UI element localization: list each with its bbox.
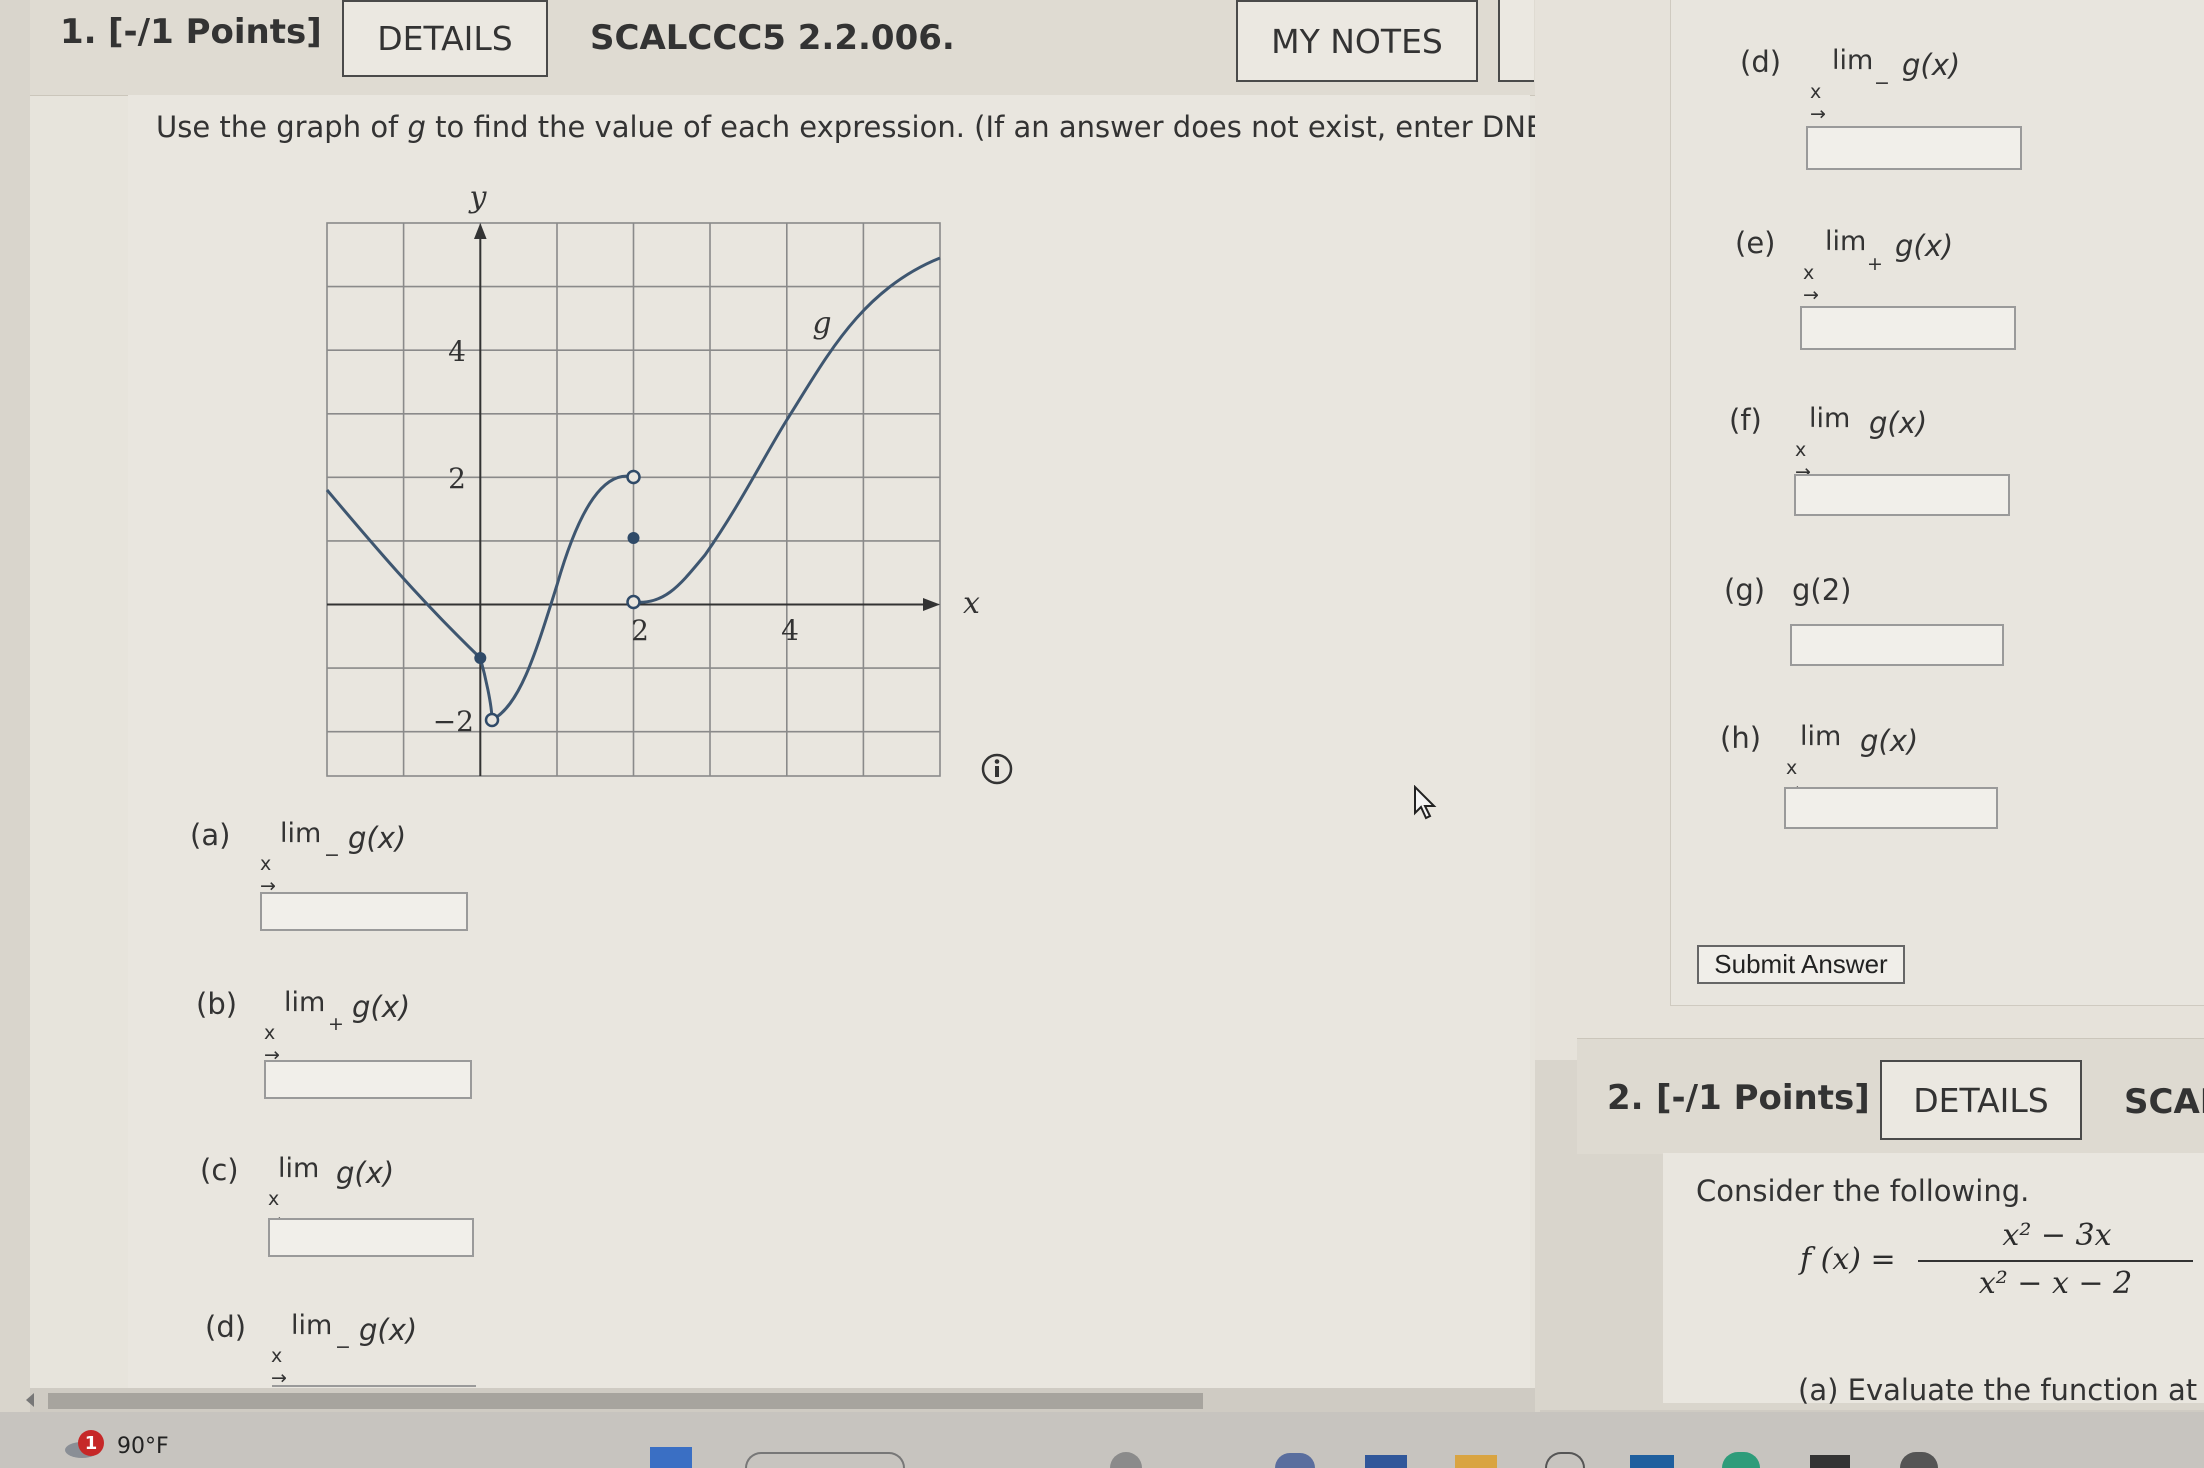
function-expression: g(x)	[348, 821, 407, 855]
lim-word: lim	[1800, 721, 1842, 752]
submit-answer-button[interactable]: Submit Answer	[1697, 945, 1905, 984]
y-tick-label: 2	[448, 462, 466, 495]
mouse-cursor-icon	[1414, 785, 1437, 820]
lim-word: lim	[1825, 226, 1867, 257]
lim-word: lim	[284, 987, 326, 1018]
closed-point	[627, 532, 640, 544]
curve-label: g	[812, 306, 831, 341]
part-label: (d)	[1740, 45, 1782, 79]
y-tick-label: 4	[448, 335, 466, 368]
x-tick-label: 2	[631, 614, 649, 647]
answer-input-g[interactable]	[1790, 624, 2004, 666]
prompt-function-name: g	[407, 110, 426, 144]
part-label: (a)	[190, 818, 231, 852]
lim-superscript: −	[1874, 72, 1890, 94]
answer-input-c[interactable]	[268, 1218, 474, 1257]
y-axis-arrow-icon	[474, 223, 487, 239]
part-label: (b)	[196, 987, 238, 1021]
taskbar-app-icon[interactable]	[1810, 1455, 1850, 1468]
info-icon[interactable]	[980, 752, 1014, 786]
x-tick-label: 4	[781, 614, 799, 647]
graph-of-g: y x g 4 2 −2 2 4	[325, 180, 980, 777]
question-points: [-/1 Points]	[108, 12, 322, 52]
details-button[interactable]: DETAILS	[342, 0, 548, 77]
grid	[326, 222, 941, 777]
notification-badge: 1	[78, 1430, 104, 1456]
question-2-points: [-/1 Points]	[1656, 1078, 1870, 1118]
y-axis-label: y	[468, 180, 488, 215]
answer-input-h[interactable]	[1784, 787, 1998, 829]
prompt-text-start: Use the graph of	[156, 110, 408, 144]
closed-point	[474, 652, 487, 664]
horizontal-scrollbar-thumb[interactable]	[48, 1393, 1203, 1409]
taskbar-app-icon[interactable]	[1455, 1455, 1497, 1468]
question-prompt: Use the graph of g to find the value of …	[156, 110, 1565, 144]
answer-input-a[interactable]	[260, 892, 468, 931]
temperature-label: 90°F	[117, 1434, 169, 1459]
ask-teacher-button[interactable]	[1498, 0, 1534, 82]
taskbar-search[interactable]	[745, 1452, 905, 1468]
answer-input-e[interactable]	[1800, 306, 2016, 350]
lim-word: lim	[291, 1310, 333, 1341]
open-point	[626, 594, 641, 610]
prompt-text-end: to find the value of each expression. (I…	[425, 110, 1565, 144]
part-label: (g)	[1724, 573, 1766, 607]
lim-word: lim	[278, 1153, 320, 1184]
question-2-part-a: (a) Evaluate the function at th	[1798, 1373, 2204, 1407]
lim-word: lim	[1832, 45, 1874, 76]
question-number: 1.	[60, 12, 97, 52]
function-expression: g(x)	[352, 990, 411, 1024]
answer-input-f[interactable]	[1794, 474, 2010, 516]
lim-word: lim	[280, 818, 322, 849]
function-expression: g(x)	[1902, 48, 1961, 82]
function-expression: g(x)	[1860, 724, 1919, 758]
open-point	[626, 469, 641, 485]
part-label: (f)	[1729, 403, 1762, 437]
question-2-code: SCAL	[2124, 1082, 2204, 1122]
lim-superscript: −	[324, 844, 340, 866]
fraction-numerator: x² − 3x	[2002, 1218, 2112, 1253]
taskbar-app-icon[interactable]	[1630, 1455, 1674, 1468]
scroll-left-arrow-icon[interactable]	[22, 1390, 38, 1410]
function-lhs: f (x) =	[1800, 1242, 1896, 1277]
lim-word: lim	[1809, 403, 1851, 434]
my-notes-button[interactable]: MY NOTES	[1236, 0, 1478, 82]
weather-widget[interactable]: 1	[62, 1430, 112, 1460]
part-label: (e)	[1735, 226, 1776, 260]
function-expression: g(2)	[1792, 573, 1852, 607]
y-tick-label: −2	[433, 705, 474, 738]
x-axis-label: x	[963, 586, 980, 621]
question-code: SCALCCC5 2.2.006.	[590, 18, 955, 58]
question-2-intro: Consider the following.	[1696, 1174, 2030, 1208]
start-button[interactable]	[650, 1447, 692, 1468]
question-2-number: 2.	[1607, 1078, 1644, 1118]
lim-superscript: +	[328, 1013, 344, 1035]
fraction-bar	[1918, 1260, 2193, 1262]
x-axis-arrow-icon	[923, 598, 940, 611]
lim-superscript: +	[1867, 253, 1883, 275]
function-expression: g(x)	[1869, 406, 1928, 440]
function-expression: g(x)	[359, 1313, 418, 1347]
taskbar	[0, 1412, 2204, 1468]
part-label: (c)	[200, 1153, 239, 1187]
answer-input-d[interactable]	[1806, 126, 2022, 170]
function-expression: g(x)	[336, 1156, 395, 1190]
function-expression: g(x)	[1895, 229, 1954, 263]
taskbar-app-icon[interactable]	[1275, 1453, 1315, 1468]
answer-input-b[interactable]	[264, 1060, 472, 1099]
taskbar-app-icon[interactable]	[1365, 1455, 1407, 1468]
question-2-details-button[interactable]: DETAILS	[1880, 1060, 2082, 1140]
part-label: (h)	[1720, 721, 1762, 755]
part-label: (d)	[205, 1310, 247, 1344]
open-point	[484, 712, 500, 728]
lim-superscript: −	[335, 1336, 351, 1358]
fraction-denominator: x² − x − 2	[1978, 1266, 2133, 1301]
